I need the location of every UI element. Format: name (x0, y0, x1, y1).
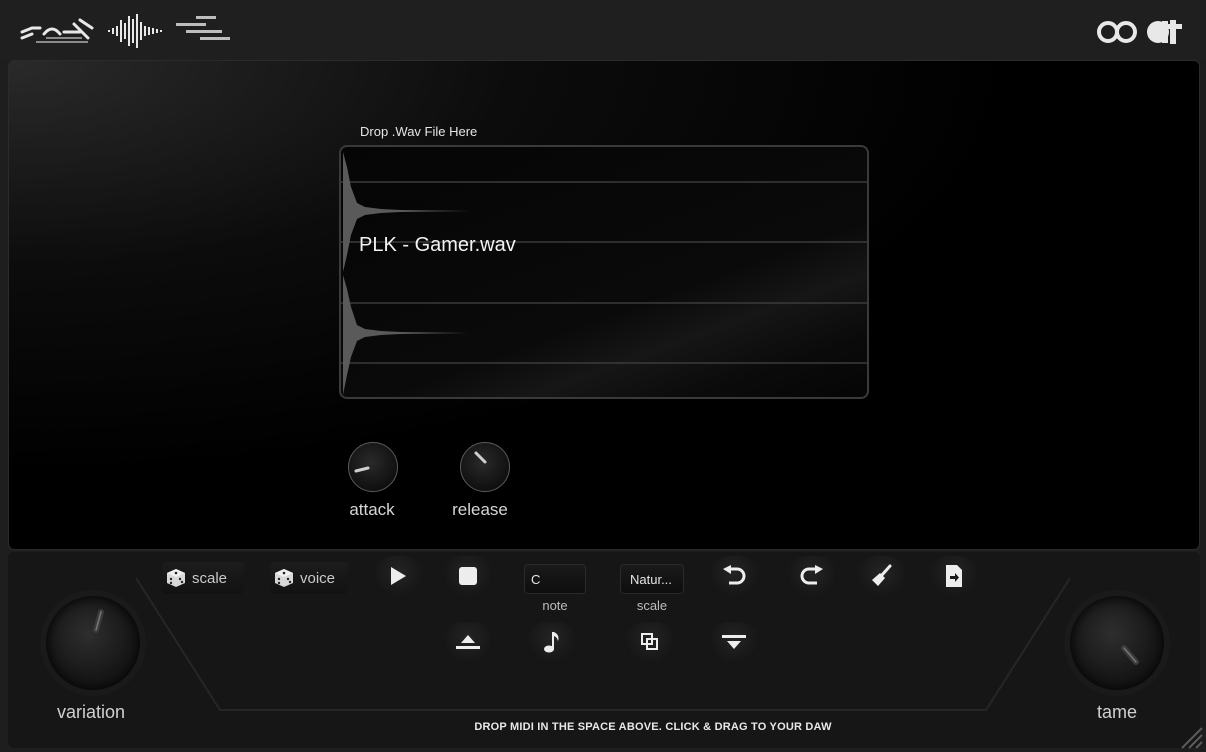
release-knob-indicator (474, 451, 487, 464)
undo-button[interactable] (708, 556, 760, 596)
music-note-icon (544, 632, 559, 653)
drop-wav-label: Drop .Wav File Here (360, 124, 478, 139)
waveform-icon (108, 14, 162, 48)
undo-icon (723, 565, 746, 585)
align-top-icon (456, 635, 480, 649)
align-bottom-icon (722, 635, 746, 649)
wav-drop-zone[interactable]: PLK - Gamer.wav (339, 145, 869, 399)
export-icon (946, 565, 962, 587)
align-bottom-button[interactable] (708, 622, 760, 662)
voice-dice-label: voice (300, 569, 336, 587)
logo-icon (20, 18, 94, 43)
scale-value: Natur... (630, 571, 672, 587)
brand-icon (1097, 20, 1182, 44)
attack-knob[interactable] (348, 442, 398, 492)
redo-button[interactable] (786, 556, 838, 596)
stop-icon (459, 567, 477, 585)
variation-label: variation (56, 702, 126, 722)
play-icon (391, 567, 406, 585)
attack-label: attack (349, 500, 395, 519)
redo-icon (800, 565, 823, 585)
play-button[interactable] (372, 556, 424, 596)
note-length-button[interactable] (526, 622, 578, 662)
note-value: C (531, 571, 541, 587)
bars-icon (176, 16, 230, 40)
attack-knob-indicator (354, 466, 370, 473)
file-name: PLK - Gamer.wav (359, 234, 516, 256)
dice-icon (167, 569, 185, 587)
note-field[interactable]: C (524, 564, 586, 594)
align-top-button[interactable] (442, 622, 494, 662)
export-button[interactable] (928, 556, 980, 596)
tame-knob-indicator (1121, 645, 1139, 665)
release-knob[interactable] (460, 442, 510, 492)
voice-dice-button[interactable]: voice (270, 562, 348, 594)
clear-icon (872, 564, 892, 586)
copy-button[interactable] (624, 622, 676, 662)
scale-field[interactable]: Natur... (620, 564, 684, 594)
header-bar (0, 0, 1206, 60)
note-label: note (542, 598, 568, 613)
drop-midi-instruction: DROP MIDI IN THE SPACE ABOVE. CLICK & DR… (474, 721, 832, 733)
release-label: release (452, 500, 508, 519)
scale-dice-label: scale (192, 569, 228, 587)
variation-knob-indicator (93, 609, 104, 633)
clear-button[interactable] (856, 556, 908, 596)
scale-label: scale (636, 598, 668, 613)
variation-knob[interactable] (46, 596, 140, 690)
resize-grip-icon[interactable] (1176, 722, 1204, 750)
app-window: Drop .Wav File Here PLK - Gamer.wav atta… (0, 0, 1206, 752)
stop-button[interactable] (442, 556, 494, 596)
tame-label: tame (1096, 702, 1138, 722)
scale-dice-button[interactable]: scale (162, 562, 244, 594)
copy-icon (641, 633, 658, 650)
waveform-display (341, 152, 867, 395)
tame-knob[interactable] (1070, 596, 1164, 690)
dice-icon (275, 569, 293, 587)
